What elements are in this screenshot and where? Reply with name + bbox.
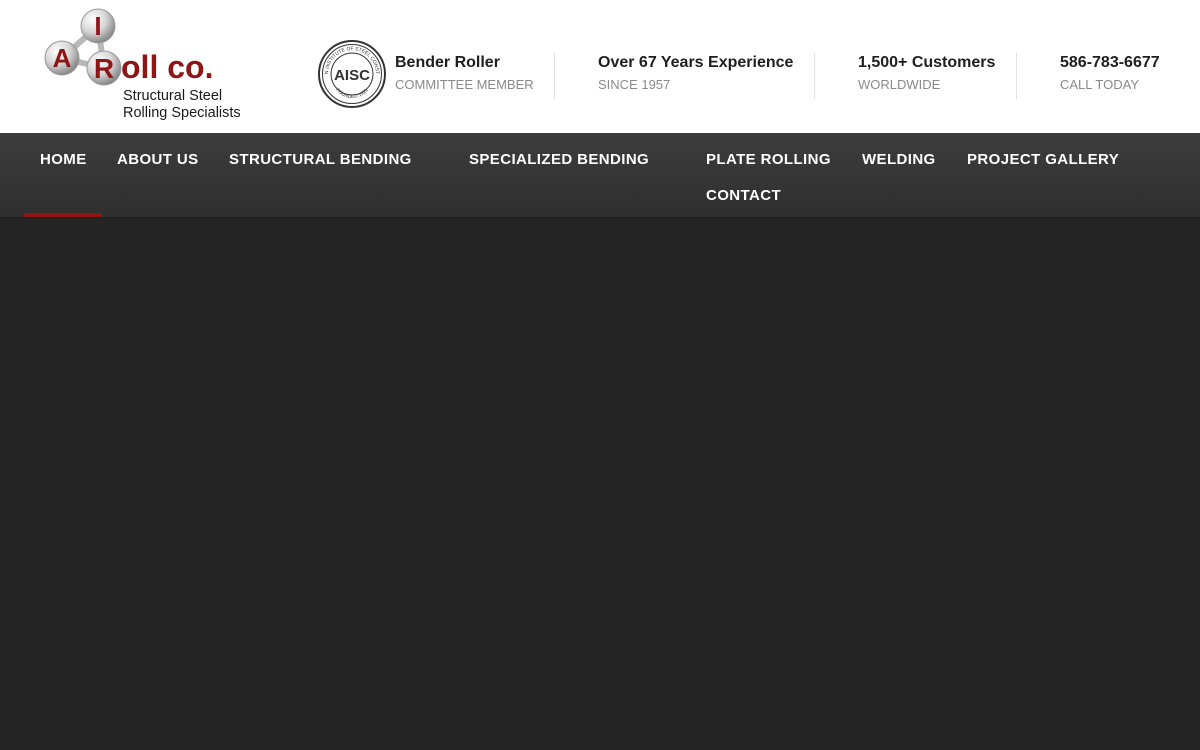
- header-divider: [554, 53, 555, 99]
- nav-item-structural-bending[interactable]: STRUCTURAL BENDING: [229, 151, 412, 169]
- nav-item-contact[interactable]: CONTACT: [706, 187, 781, 205]
- info-subtitle: COMMITTEE MEMBER: [395, 77, 534, 92]
- seal-letters: AISC: [334, 67, 370, 84]
- info-experience: Over 67 Years Experience SINCE 1957: [598, 53, 793, 92]
- info-customers: 1,500+ Customers WORLDWIDE: [858, 53, 995, 92]
- info-title: Bender Roller: [395, 54, 500, 71]
- info-subtitle: CALL TODAY: [1060, 77, 1139, 92]
- hero-area: [0, 218, 1200, 750]
- nav-item-specialized-bending[interactable]: SPECIALIZED BENDING: [469, 151, 649, 169]
- info-title: 1,500+ Customers: [858, 54, 996, 71]
- main-navigation: HOME ABOUT US STRUCTURAL BENDING SPECIAL…: [0, 133, 1200, 218]
- aisc-seal-icon: AMERICAN INSTITUTE OF STEEL CONSTRUCTION…: [316, 36, 386, 108]
- info-bender-roller: Bender Roller COMMITTEE MEMBER: [395, 53, 534, 92]
- nav-item-about-us[interactable]: ABOUT US: [117, 151, 199, 169]
- logo-word: oll co.: [121, 49, 213, 85]
- site-header: I A R oll co. Structural Steel Rolling S…: [0, 0, 1200, 133]
- logo-letter-1: I: [94, 11, 101, 41]
- phone-number-link[interactable]: 586-783-6677: [1060, 53, 1160, 72]
- nav-active-indicator: [24, 213, 102, 217]
- tagline-line-1: Structural Steel: [123, 88, 223, 104]
- logo-letter-r: R: [94, 53, 114, 84]
- info-subtitle: SINCE 1957: [598, 77, 671, 92]
- logo-tagline: Structural Steel Rolling Specialists: [123, 88, 241, 122]
- logo-graphic: I A R oll co.: [44, 8, 213, 86]
- tagline-line-2: Rolling Specialists: [123, 105, 241, 121]
- header-divider: [1016, 53, 1017, 99]
- header-divider: [814, 53, 815, 99]
- company-logo[interactable]: I A R oll co. Structural Steel Rolling S…: [40, 6, 252, 126]
- nav-item-plate-rolling[interactable]: PLATE ROLLING: [706, 151, 831, 169]
- info-subtitle: WORLDWIDE: [858, 77, 941, 92]
- info-title: Over 67 Years Experience: [598, 54, 794, 71]
- nav-item-home[interactable]: HOME: [40, 151, 87, 169]
- info-phone[interactable]: 586-783-6677 CALL TODAY: [1060, 53, 1160, 92]
- nav-item-project-gallery[interactable]: PROJECT GALLERY: [967, 151, 1119, 169]
- logo-letter-a: A: [53, 43, 72, 73]
- nav-item-welding[interactable]: WELDING: [862, 151, 936, 169]
